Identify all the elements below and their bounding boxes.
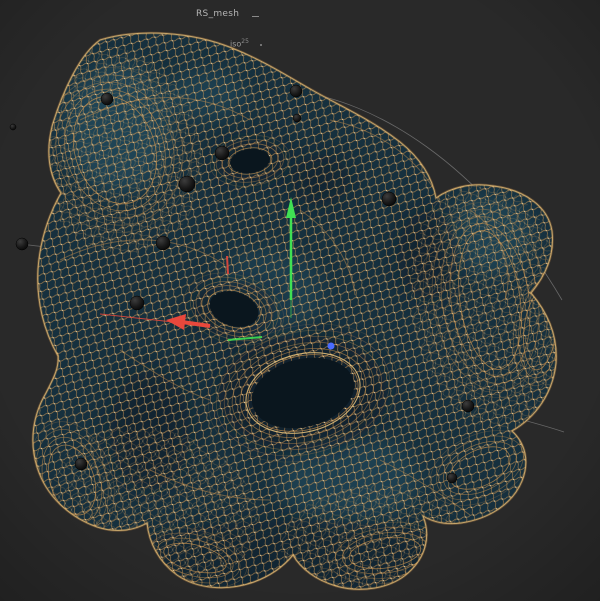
null-object-sphere[interactable]: [15, 237, 29, 251]
iso-label-text: iso: [230, 39, 242, 49]
null-object-sphere[interactable]: [214, 145, 230, 161]
x-axis-tick[interactable]: [226, 255, 229, 275]
null-object-sphere[interactable]: [289, 84, 303, 98]
null-object-sphere[interactable]: [381, 191, 397, 207]
null-object-sphere[interactable]: [178, 175, 196, 193]
null-object-sphere[interactable]: [100, 92, 114, 106]
viewport-svg[interactable]: [0, 0, 600, 601]
null-object-sphere[interactable]: [9, 123, 17, 131]
scene-canvas[interactable]: [0, 0, 600, 601]
null-object-sphere[interactable]: [461, 399, 475, 413]
null-object-sphere[interactable]: [446, 472, 458, 484]
iso-label-dot: [260, 44, 262, 46]
z-axis-handle[interactable]: [327, 342, 335, 350]
iso-label: iso25: [230, 38, 249, 49]
null-object-sphere[interactable]: [74, 457, 88, 471]
iso-label-sup: 25: [241, 38, 249, 45]
null-object-sphere[interactable]: [155, 235, 171, 251]
label-tick: [252, 16, 259, 17]
null-object-sphere[interactable]: [129, 295, 145, 311]
mesh-name-label: RS_mesh: [196, 9, 240, 19]
null-object-sphere[interactable]: [292, 113, 302, 123]
3d-viewport[interactable]: RS_mesh iso25: [0, 0, 600, 601]
